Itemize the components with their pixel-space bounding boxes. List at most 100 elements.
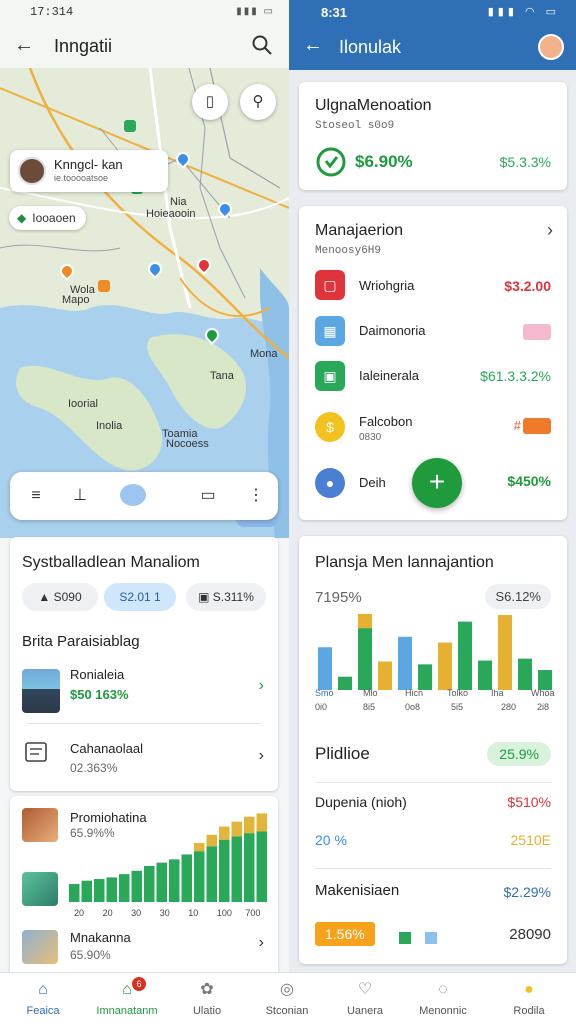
map-label: Nocoess (166, 438, 209, 450)
item-value: $61.3.3.2% (480, 368, 551, 384)
list-item-title: Mnakanna (70, 930, 131, 945)
filter-pill[interactable]: ▣ S.311% (186, 583, 266, 611)
map-label: Mapo (62, 294, 90, 306)
nav-item-uanera[interactable]: ♡ Uanera (324, 979, 406, 1017)
bar (231, 836, 242, 902)
add-button[interactable]: + (412, 458, 462, 508)
bar (458, 621, 472, 690)
filter-pill[interactable]: ▲ S090 (22, 583, 98, 611)
chat-bubble-icon[interactable] (120, 484, 146, 506)
card-subtitle: Stoseol s0o9 (315, 120, 395, 132)
card-icon[interactable]: ▭ (196, 484, 220, 508)
more-icon[interactable]: ⋮ (244, 484, 268, 508)
map-poi-icon[interactable] (98, 280, 110, 292)
nav-item-home[interactable]: ⌂ Feaica (2, 979, 84, 1017)
location-dot-icon: ◆ (17, 211, 27, 225)
bar (518, 658, 532, 690)
mini-bar-chart: 20 20 30 30 10 100 700 (69, 813, 267, 918)
item-label: Daimonoria (359, 323, 426, 338)
bar (144, 865, 155, 902)
nav-item-ulatio[interactable]: ✿ Ulatio (166, 979, 248, 1017)
heart-icon: ♡ (357, 981, 373, 998)
search-icon: ◌ (438, 981, 448, 998)
pink-tag (523, 324, 551, 340)
map-label: Hoieaooin (146, 208, 196, 220)
legend-label: Hicn (405, 688, 424, 698)
pin-button[interactable]: ⚲ (240, 84, 276, 120)
left-panel: 17:314 ▮▮▮ ▭ ← Inngatii Nia Hoieaooin Wo… (0, 0, 289, 972)
route-icon[interactable]: ⊥ (68, 484, 92, 508)
bar (194, 851, 205, 902)
metric-value: 28090 (509, 926, 551, 943)
metric-label: Makenisiaen (315, 882, 400, 899)
bookmark-button[interactable]: ▯ (192, 84, 228, 120)
bar-chart (318, 614, 552, 690)
metric-label: Dupenia (nioh) (315, 794, 407, 810)
tick-label: 10 (188, 908, 198, 918)
nav-item-stconian[interactable]: ◎ Stconian (246, 979, 328, 1017)
chevron-right-icon[interactable]: › (547, 220, 553, 241)
document-icon (22, 737, 60, 769)
summary-right-value: $5.3.3% (499, 154, 551, 170)
nav-item-rodila[interactable]: ● Rodila (488, 979, 570, 1017)
summary-card: UlgnaMenoation Stoseol s0o9 $6.90% $5.3.… (299, 82, 567, 190)
bar (378, 661, 392, 690)
bar (244, 833, 255, 902)
home-icon: ⌂ (38, 981, 48, 998)
avatar[interactable] (538, 34, 564, 60)
bar (206, 846, 217, 902)
back-arrow-icon[interactable]: ← (303, 34, 323, 57)
back-arrow-icon[interactable]: ← (14, 34, 34, 57)
card-right-value: S6.12% (485, 584, 551, 609)
blue-square-icon (425, 932, 437, 944)
status-icons: ▮▮▮ ▭ (236, 6, 275, 17)
bar (478, 660, 492, 690)
map-view[interactable]: Nia Hoieaooin Wola Mapo Mona Tana Iooria… (0, 68, 289, 538)
box-icon: ▣ (198, 590, 210, 604)
bar-segment (231, 821, 242, 837)
chevron-right-icon[interactable]: › (259, 747, 264, 765)
map-poi-icon[interactable] (124, 120, 136, 132)
filter-pill-active[interactable]: S2.01 1 (104, 583, 176, 611)
item-label: Falcobon (359, 414, 413, 429)
notification-badge: 6 (132, 977, 146, 991)
nav-label: Menonnic (419, 1005, 467, 1017)
nav-item-menonnic[interactable]: ◌ Menonnic (402, 979, 484, 1017)
list-icon[interactable]: ≡ (24, 484, 48, 508)
status-bar: 17:314 ▮▮▮ ▭ (0, 0, 289, 26)
search-icon[interactable] (251, 34, 273, 56)
list-item-value: 02.363% (70, 761, 118, 775)
nav-item-management[interactable]: ⌂ 6 Imnanatanm (86, 977, 168, 1017)
bottom-navigation: ⌂ Feaica ⌂ 6 Imnanatanm ✿ Ulatio ◎ Stcon… (0, 972, 576, 1024)
nav-label: Uanera (346, 1005, 384, 1017)
clock-icon (316, 147, 346, 177)
location-chip[interactable]: ◆ Iooaoen (9, 206, 86, 230)
chevron-right-icon[interactable]: › (259, 934, 264, 952)
pill-label: S090 (53, 590, 82, 604)
bar (438, 642, 452, 690)
bar (219, 839, 230, 902)
building-icon: ▦ (315, 316, 345, 346)
nav-label: Imnanatanm (96, 1005, 158, 1017)
alert-icon: ▢ (315, 270, 345, 300)
bar (81, 880, 92, 902)
bar (169, 859, 180, 902)
bar (538, 670, 552, 690)
status-time: 8:31 (321, 5, 348, 20)
user-card[interactable]: Knngcl- kan ie.tooooatsoe (10, 150, 168, 192)
user-name: Knngcl- kan (54, 157, 123, 172)
bar-segment (256, 813, 267, 832)
tick-label: 0i0 (315, 702, 328, 712)
tick-label: 30 (131, 908, 141, 918)
tick-label: 280 (501, 702, 517, 712)
chart-card: Promiohatina 65.9%% 20 20 30 30 10 100 700 Mna… (10, 796, 278, 972)
calendar-icon: ▣ (315, 361, 345, 391)
tick-label: 0o8 (405, 702, 421, 712)
nav-label: Ulatio (192, 1005, 222, 1017)
flower-icon: ✿ (200, 981, 214, 998)
chevron-right-icon[interactable]: › (259, 677, 264, 695)
metric-value: 2510E (510, 832, 551, 848)
right-panel: 8:31 ▮▮▮ ◠ ▭ ← Ilonulak UlgnaMenoation S… (289, 0, 576, 972)
map-toolbar: ≡ ⊥ ▭ ⋮ (10, 472, 278, 520)
profile-circle-icon: ● (524, 981, 534, 998)
